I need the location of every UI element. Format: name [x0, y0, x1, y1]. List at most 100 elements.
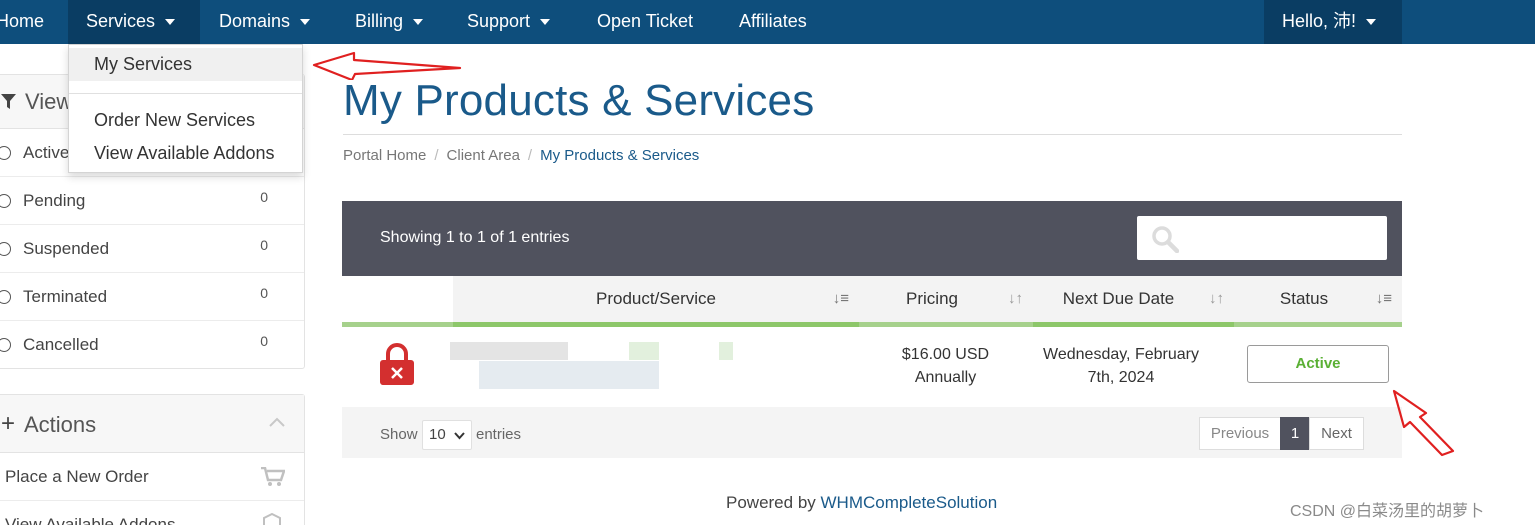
- breadcrumb-current: My Products & Services: [540, 147, 700, 164]
- filter-count: 0: [260, 333, 268, 349]
- user-greeting: Hello, 沛!: [1282, 11, 1357, 31]
- lock-icon: [380, 343, 414, 385]
- nav-services[interactable]: Services: [68, 0, 200, 44]
- nav-billing-label: Billing: [355, 11, 404, 31]
- radio-icon: [0, 338, 11, 352]
- nav-affiliates[interactable]: Affiliates: [739, 0, 807, 44]
- pricing-amount: $16.00 USD: [901, 346, 990, 363]
- chevron-down-icon: [413, 19, 424, 26]
- due-date-cell: Wednesday, February 7th, 2024: [1032, 343, 1210, 389]
- table-search-input[interactable]: [1137, 216, 1387, 260]
- powered-by-prefix: Powered by: [726, 493, 821, 512]
- sort-icon: ↓↑: [1209, 290, 1224, 307]
- cart-icon: [261, 467, 285, 486]
- redacted-product-name: [629, 342, 659, 360]
- status-badge[interactable]: Active: [1247, 345, 1389, 383]
- nav-open-ticket[interactable]: Open Ticket: [597, 0, 693, 44]
- pagination-previous[interactable]: Previous: [1199, 417, 1281, 450]
- filter-count: 0: [260, 285, 268, 301]
- column-header-status[interactable]: Status ↓≡: [1234, 276, 1402, 322]
- chevron-down-icon: [1366, 19, 1377, 26]
- actions-panel-title: Actions: [24, 412, 97, 437]
- plus-icon: +: [1, 410, 16, 437]
- view-panel-title: View: [25, 89, 73, 114]
- title-divider: [343, 134, 1402, 135]
- redacted-domain: [479, 361, 659, 389]
- chevron-up-icon[interactable]: [269, 417, 285, 427]
- breadcrumb-portal-home[interactable]: Portal Home: [343, 147, 426, 164]
- entries-label: entries: [476, 426, 522, 443]
- dropdown-item-my-services[interactable]: My Services: [69, 48, 302, 81]
- column-header-next-due-date[interactable]: Next Due Date ↓↑: [1033, 276, 1234, 322]
- nav-user-menu[interactable]: Hello, 沛!: [1264, 0, 1402, 44]
- chevron-down-icon: [300, 19, 311, 26]
- dropdown-item-view-available-addons[interactable]: View Available Addons: [69, 137, 302, 170]
- sort-asc-icon: ↓≡: [832, 290, 849, 307]
- breadcrumb-separator: /: [527, 147, 533, 164]
- chevron-down-icon: [540, 19, 551, 26]
- cube-icon: [263, 513, 281, 525]
- chevron-down-icon: [454, 432, 465, 440]
- action-label: Place a New Order: [5, 467, 149, 486]
- action-view-available-addons[interactable]: View Available Addons: [0, 501, 304, 525]
- filter-label: Pending: [23, 191, 86, 210]
- page-title: My Products & Services: [343, 76, 815, 125]
- action-label: View Available Addons: [5, 515, 176, 525]
- show-label: Show: [380, 426, 418, 443]
- column-header-label: Pricing: [906, 289, 958, 308]
- sort-icon: ↓↑: [1008, 290, 1023, 307]
- breadcrumb-separator: /: [434, 147, 439, 164]
- nav-billing[interactable]: Billing: [355, 0, 424, 44]
- filter-label: Cancelled: [23, 335, 99, 354]
- services-dropdown-menu: My Services Order New Services View Avai…: [68, 44, 303, 173]
- column-header-icon: [342, 276, 453, 322]
- nav-home[interactable]: Home: [0, 0, 60, 44]
- pagination-next[interactable]: Next: [1309, 417, 1364, 450]
- page-size-select[interactable]: 10: [422, 420, 472, 450]
- filter-count: 0: [260, 237, 268, 253]
- action-place-new-order[interactable]: Place a New Order: [0, 453, 304, 501]
- filter-cancelled[interactable]: Cancelled 0: [0, 321, 304, 369]
- redacted-product-name: [719, 342, 733, 360]
- actions-panel-header[interactable]: + Actions: [0, 395, 304, 453]
- breadcrumb-client-area[interactable]: Client Area: [447, 147, 520, 164]
- column-header-label: Next Due Date: [1062, 289, 1175, 308]
- column-header-product[interactable]: Product/Service ↓≡: [453, 276, 859, 322]
- nav-support[interactable]: Support: [467, 0, 551, 44]
- filter-icon: [1, 94, 16, 109]
- chevron-down-icon: [165, 19, 176, 26]
- filter-pending[interactable]: Pending 0: [0, 177, 304, 225]
- pricing-cell: $16.00 USD Annually: [882, 343, 1009, 389]
- filter-label: Terminated: [23, 287, 108, 306]
- watermark: CSDN @白菜汤里的胡萝卜: [1290, 503, 1485, 520]
- nav-domains-label: Domains: [219, 11, 291, 31]
- dropdown-item-order-new-services[interactable]: Order New Services: [69, 104, 302, 137]
- pricing-cycle: Annually: [914, 369, 977, 386]
- radio-icon: [0, 290, 11, 304]
- table-toolbar: Showing 1 to 1 of 1 entries: [342, 201, 1402, 276]
- column-header-label: Status: [1279, 289, 1329, 308]
- filter-count: 0: [260, 189, 268, 205]
- sidebar-actions-panel: + Actions Place a New Order View Availab…: [0, 394, 305, 525]
- whmcs-link[interactable]: WHMCompleteSolution: [821, 493, 998, 512]
- nav-support-label: Support: [467, 11, 531, 31]
- breadcrumb: Portal Home / Client Area / My Products & Se…: [343, 147, 699, 164]
- pagination-page-1[interactable]: 1: [1280, 417, 1310, 450]
- table-info: Showing 1 to 1 of 1 entries: [380, 229, 570, 246]
- radio-icon: [0, 242, 11, 256]
- due-date-line2: 7th, 2024: [1087, 369, 1155, 386]
- filter-label: Suspended: [23, 239, 110, 258]
- nav-services-label: Services: [86, 11, 156, 31]
- filter-terminated[interactable]: Terminated 0: [0, 273, 304, 321]
- filter-suspended[interactable]: Suspended 0: [0, 225, 304, 273]
- table-row[interactable]: $16.00 USD Annually Wednesday, February 7t…: [342, 327, 1402, 407]
- redacted-product-name: [450, 342, 568, 360]
- nav-domains[interactable]: Domains: [219, 0, 311, 44]
- nav-affiliates-label: Affiliates: [739, 11, 807, 31]
- top-navbar: Home Services Domains Billing Support Op…: [0, 0, 1535, 44]
- nav-open-ticket-label: Open Ticket: [597, 11, 694, 31]
- dropdown-divider: [69, 93, 302, 94]
- column-header-pricing[interactable]: Pricing ↓↑: [859, 276, 1033, 322]
- sort-asc-icon: ↓≡: [1375, 290, 1392, 307]
- search-icon: [1152, 226, 1179, 253]
